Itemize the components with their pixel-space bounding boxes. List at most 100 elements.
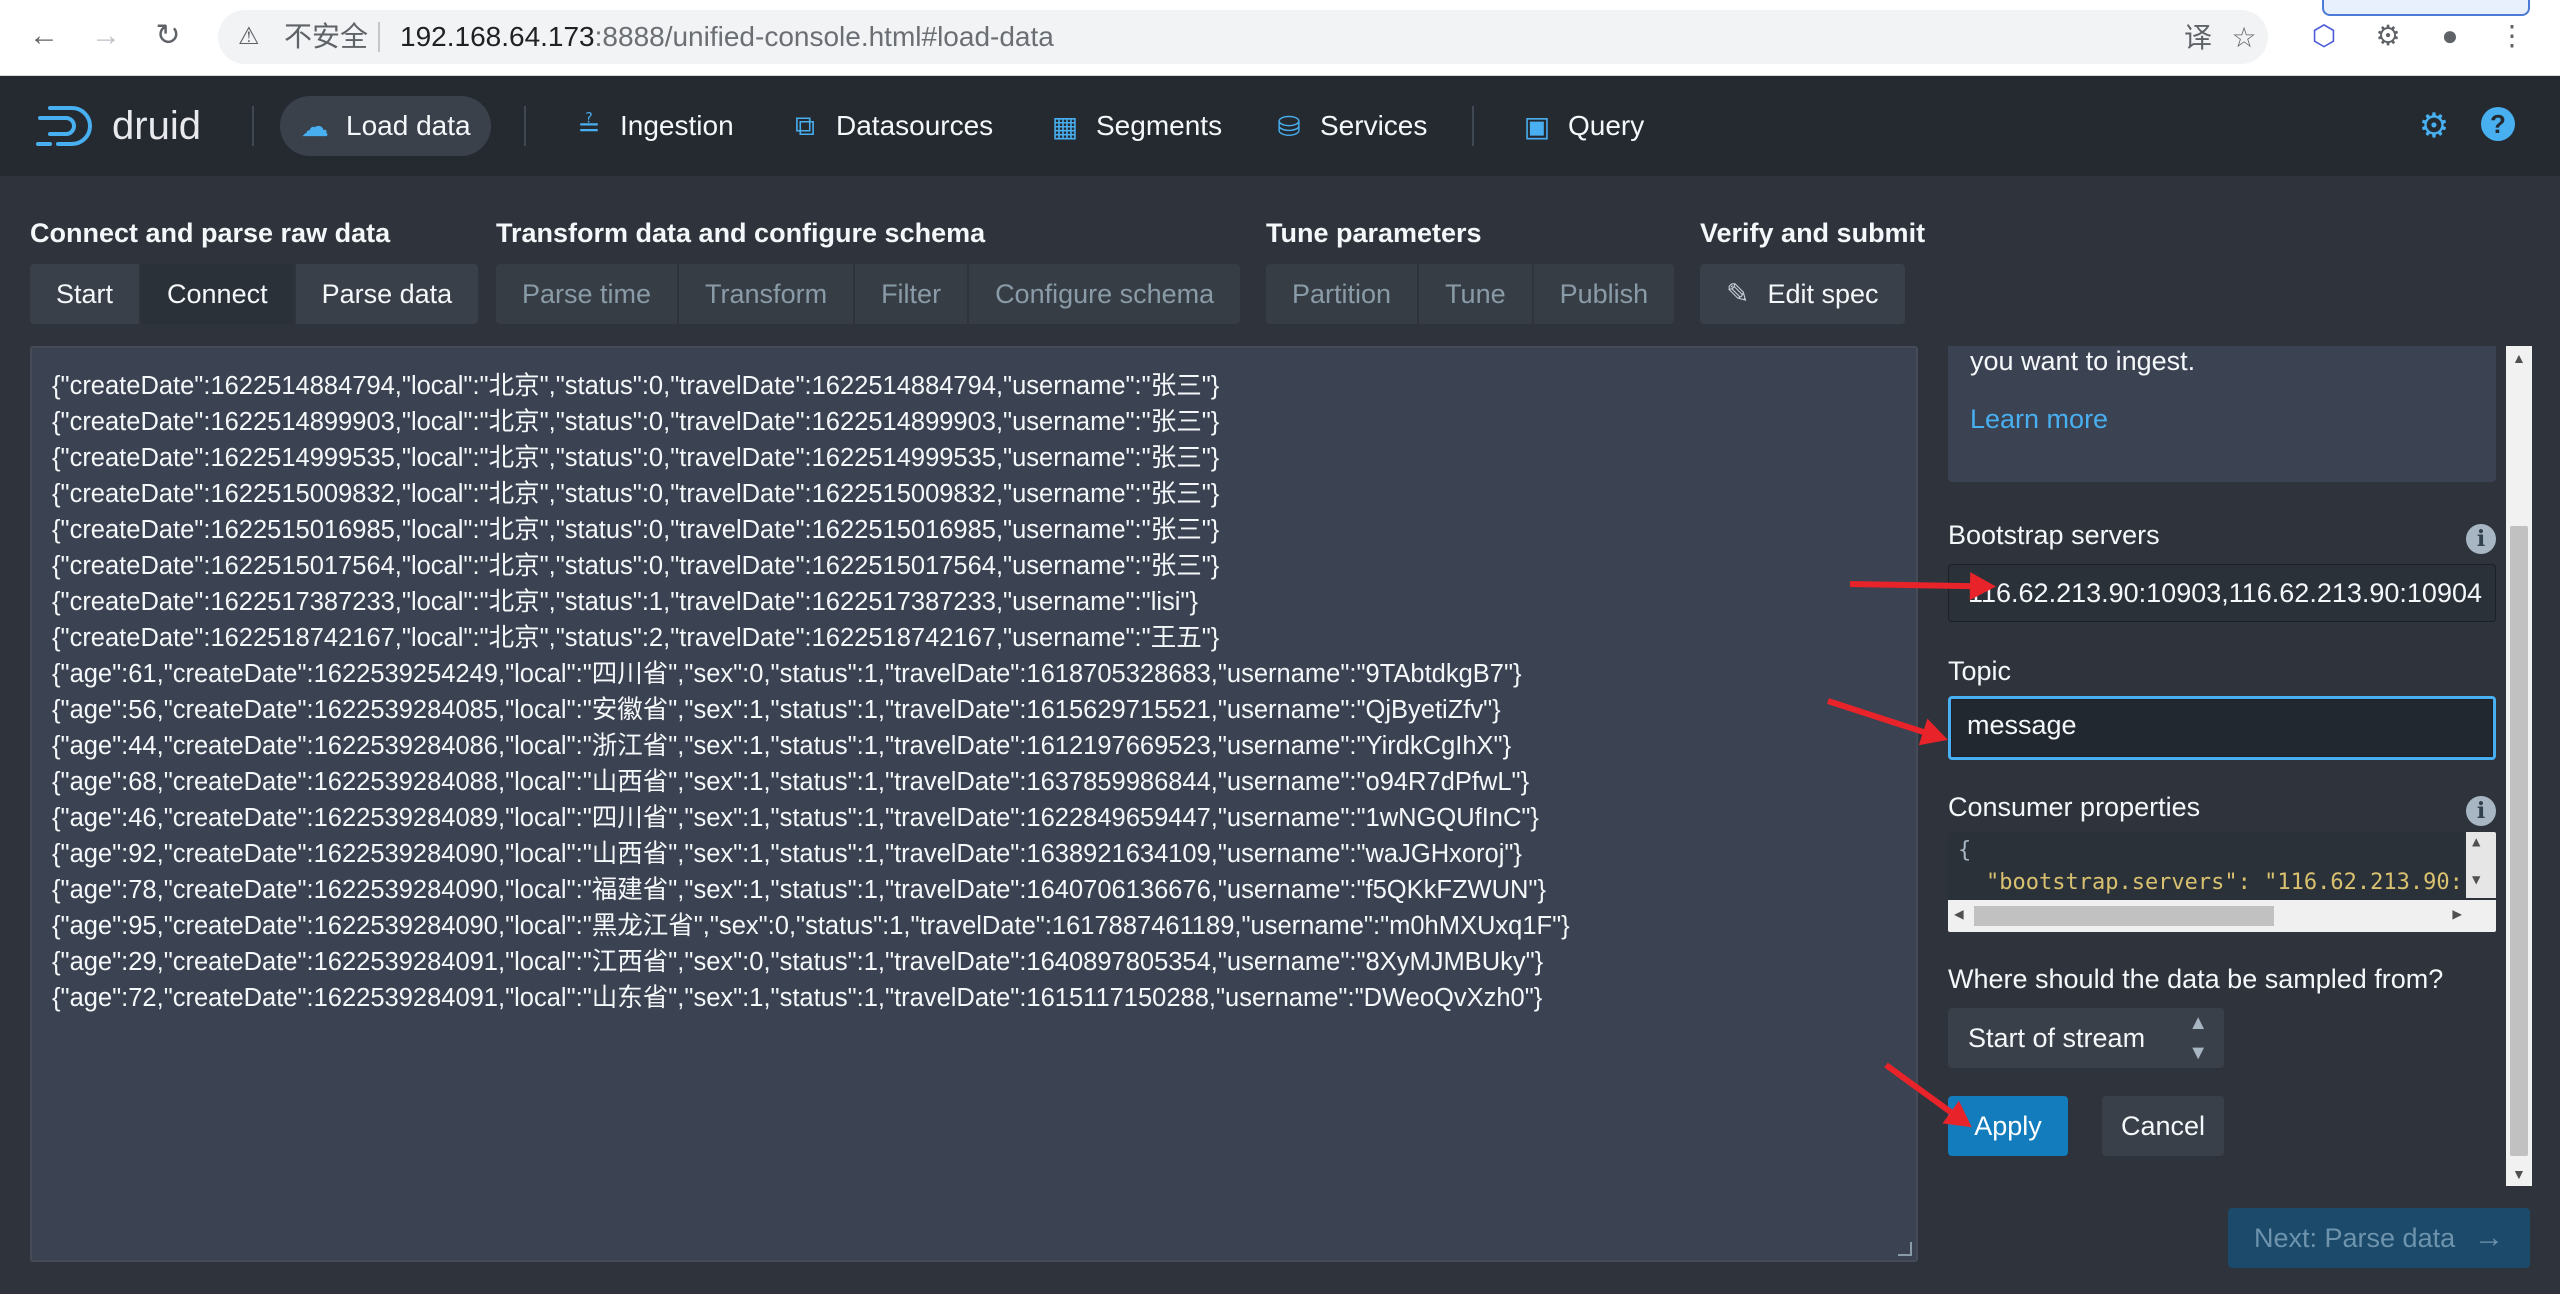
nav-label: Services [1320,110,1428,141]
bootstrap-servers-input[interactable]: 116.62.213.90:10903,116.62.213.90:10904 [1948,564,2496,622]
step-group-tune: Partition Tune Publish [1266,264,1675,324]
extensions-puzzle-icon[interactable]: ⚙ [2366,14,2410,58]
raw-data-line: {"age":56,"createDate":1622539284085,"lo… [52,696,1501,724]
step-publish[interactable]: Publish [1533,264,1675,324]
cloud-upload-icon: ☁ [301,110,329,142]
scroll-down-icon[interactable]: ▼ [2512,1166,2526,1182]
bookmark-star-icon[interactable]: ☆ [2226,20,2262,56]
scroll-thumb[interactable] [2510,526,2528,1156]
nav-load-data[interactable]: ☁ Load data [280,96,491,156]
step-parse-data[interactable]: Parse data [295,264,479,324]
help-icon[interactable]: ? [2478,106,2518,146]
topic-input[interactable]: message [1948,696,2496,760]
step-group-verify: ✎ Edit spec [1700,264,1905,324]
scroll-up-icon[interactable]: ▲ [2472,834,2480,850]
settings-gear-icon[interactable]: ⚙ [2414,106,2454,146]
back-icon[interactable]: ← [22,14,66,58]
editor-vertical-scrollbar[interactable]: ▲ ▼ [2466,832,2496,898]
reload-icon[interactable]: ↻ [146,14,190,58]
translate-icon[interactable]: 译 [2180,20,2216,56]
bootstrap-servers-label: Bootstrap servers [1948,520,2160,550]
step-start[interactable]: Start [30,264,142,324]
step-configure-schema[interactable]: Configure schema [969,264,1241,324]
step-transform[interactable]: Transform [679,264,856,324]
url-text[interactable]: 192.168.64.173:8888/unified-console.html… [400,10,1054,64]
connect-sidebar: you want to ingest. Learn more Bootstrap… [1934,346,2520,1186]
security-label[interactable]: 不安全 [284,10,368,64]
segments-icon: ▦ [1051,110,1079,142]
raw-data-line: {"age":29,"createDate":1622539284091,"lo… [52,948,1544,976]
druid-logo[interactable]: druid [36,102,201,150]
nav-datasources[interactable]: ⧉ Datasources [770,96,1013,156]
edit-spec-label: Edit spec [1767,279,1879,309]
step-parse-time[interactable]: Parse time [496,264,680,324]
divider [378,22,380,52]
scroll-right-icon[interactable]: ▶ [2452,904,2462,923]
code-line: { [1958,838,1972,863]
step-group-connect: Start Connect Parse data [30,264,479,324]
edit-spec-icon: ✎ [1726,278,1750,309]
nav-query[interactable]: ▣ Query [1502,96,1664,156]
arrow-right-icon: → [2474,1221,2504,1254]
raw-data-line: {"createDate":1622515009832,"local":"北京"… [52,480,1220,508]
ingestion-icon: ≟ [577,110,601,142]
sidebar-scrollbar[interactable]: ▲ ▼ [2506,346,2532,1186]
address-bar[interactable]: ⚠ 不安全 192.168.64.173:8888/unified-consol… [218,10,2268,64]
raw-data-line: {"age":78,"createDate":1622539284090,"lo… [52,876,1546,904]
druid-logo-icon [36,106,92,146]
step-group-title: Tune parameters [1266,218,1482,248]
raw-data-line: {"createDate":1622514899903,"local":"北京"… [52,408,1220,436]
consumer-properties-editor[interactable]: { "bootstrap.servers": "116.62.213.90: ▲… [1948,832,2496,932]
forward-icon[interactable]: → [84,14,128,58]
extension-cube-icon[interactable]: ⬡ [2302,14,2346,58]
topic-label: Topic [1948,656,2012,686]
nav-label: Datasources [836,110,994,141]
step-edit-spec[interactable]: ✎ Edit spec [1700,264,1905,324]
scroll-thumb[interactable] [1974,906,2274,926]
header-divider [1472,106,1474,146]
next-parse-data-button[interactable]: Next: Parse data → [2228,1208,2530,1268]
editor-horizontal-scrollbar[interactable]: ◀ ▶ [1948,900,2496,932]
raw-data-line: {"createDate":1622515017564,"local":"北京"… [52,552,1220,580]
browser-menu-icon[interactable]: ⋮ [2490,14,2534,58]
raw-data-line: {"age":61,"createDate":1622539254249,"lo… [52,660,1522,688]
raw-data-textarea[interactable]: {"createDate":1622514884794,"local":"北京"… [30,346,1918,1262]
info-icon[interactable]: i [2466,796,2496,826]
druid-header: druid ☁ Load data ≟ Ingestion ⧉ Datasour… [0,76,2560,176]
profile-avatar-icon[interactable]: ● [2428,14,2472,58]
sample-from-select[interactable]: Start of stream ▲ ▼ [1948,1008,2224,1068]
scroll-left-icon[interactable]: ◀ [1954,904,1964,923]
raw-data-line: {"createDate":1622518742167,"local":"北京"… [52,624,1220,652]
scroll-up-icon[interactable]: ▲ [2512,350,2526,366]
step-group-title: Verify and submit [1700,218,1926,248]
raw-data-line: {"age":68,"createDate":1622539284088,"lo… [52,768,1530,796]
raw-data-line: {"age":92,"createDate":1622539284090,"lo… [52,840,1522,868]
step-filter[interactable]: Filter [855,264,970,324]
nav-label: Segments [1096,110,1223,141]
browser-toolbar: ← → ↻ ⚠ 不安全 192.168.64.173:8888/unified-… [0,0,2560,76]
nav-label: Ingestion [620,110,734,141]
learn-more-link[interactable]: Learn more [1970,404,2108,435]
raw-data-line: {"createDate":1622514884794,"local":"北京"… [52,372,1220,400]
warning-icon[interactable]: ⚠ [238,24,264,50]
scroll-down-icon[interactable]: ▼ [2472,872,2480,888]
step-tune[interactable]: Tune [1419,264,1534,324]
info-icon[interactable]: i [2466,524,2496,554]
nav-segments[interactable]: ▦ Segments [1030,96,1242,156]
cancel-button[interactable]: Cancel [2102,1096,2224,1156]
step-connect[interactable]: Connect [141,264,296,324]
info-callout: you want to ingest. Learn more [1948,346,2496,482]
raw-data-line: {"age":46,"createDate":1622539284089,"lo… [52,804,1539,832]
raw-data-line: {"age":72,"createDate":1622539284091,"lo… [52,984,1543,1012]
select-caret-icon: ▲ ▼ [2188,1012,2208,1064]
step-partition[interactable]: Partition [1266,264,1420,324]
nav-label: Query [1568,110,1645,141]
header-divider [252,106,254,146]
step-group-title: Transform data and configure schema [496,218,986,248]
callout-text: you want to ingest. [1970,346,2196,376]
nav-services[interactable]: ⛁ Services [1254,96,1447,156]
raw-data-line: {"createDate":1622515016985,"local":"北京"… [52,516,1220,544]
datasources-icon: ⧉ [795,109,815,141]
nav-ingestion[interactable]: ≟ Ingestion [554,96,754,156]
resize-handle[interactable] [1898,1242,1912,1256]
